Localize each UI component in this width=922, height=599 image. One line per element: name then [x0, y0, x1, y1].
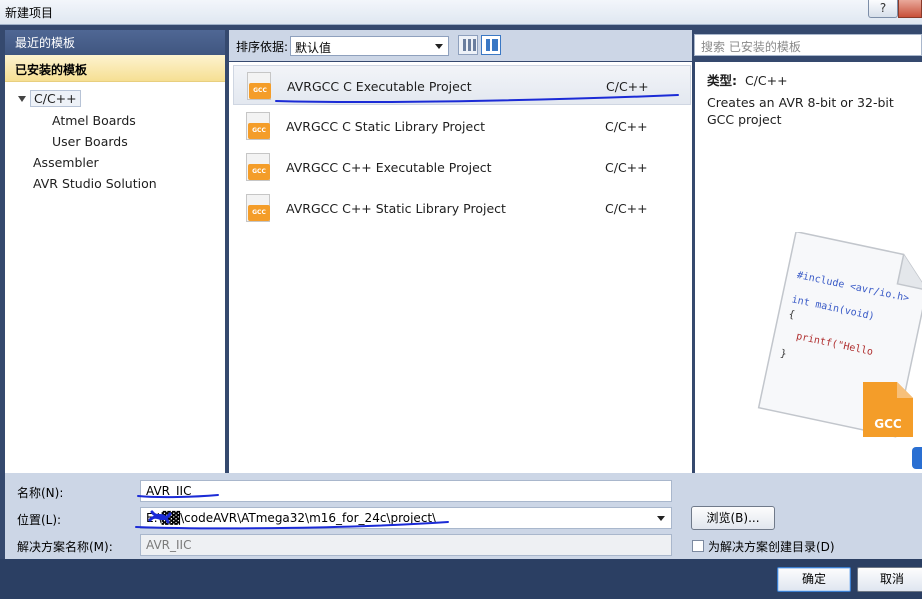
gcc-badge: GCC	[248, 164, 270, 180]
installed-templates-header[interactable]: 已安装的模板	[5, 55, 225, 82]
help-button[interactable]: ?	[868, 0, 898, 18]
create-directory-label: 为解决方案创建目录(D)	[708, 540, 835, 554]
project-name-value: AVR_IIC	[146, 484, 192, 498]
location-label: 位置(L):	[17, 513, 62, 527]
list-view-button[interactable]	[481, 35, 501, 55]
solution-name-input: AVR_IIC	[140, 534, 672, 556]
type-value: C/C++	[744, 73, 788, 88]
template-description: Creates an AVR 8-bit or 32-bit GCC proje…	[707, 95, 894, 127]
close-button[interactable]	[898, 0, 922, 18]
solution-name-label: 解决方案名称(M):	[17, 540, 113, 554]
template-name: AVRGCC C++ Executable Project	[286, 160, 492, 175]
cancel-button[interactable]: 取消	[857, 567, 922, 592]
sort-select-value: 默认值	[295, 41, 332, 55]
template-search-input[interactable]: 搜索 已安装的模板	[694, 34, 922, 56]
template-categories-panel: 最近的模板 已安装的模板 C/C++ Atmel Boards User Boa…	[5, 30, 225, 473]
type-label: 类型:	[707, 73, 737, 88]
sort-label: 排序依据:	[236, 40, 289, 54]
small-icons-view-button[interactable]	[458, 35, 478, 55]
gcc-badge: GCC	[248, 123, 270, 139]
tree-item-assembler[interactable]: Assembler	[33, 155, 99, 170]
template-row[interactable]: GCC AVRGCC C Static Library Project C/C++	[233, 106, 691, 146]
template-language: C/C++	[605, 119, 648, 134]
template-language: C/C++	[606, 79, 649, 94]
template-list: GCC AVRGCC C Executable Project C/C++ GCC AV…	[229, 62, 692, 473]
expand-triangle-icon[interactable]	[18, 96, 26, 102]
solution-name-value: AVR_IIC	[146, 538, 192, 552]
gcc-file-icon: GCC	[246, 112, 270, 140]
gcc-file-icon: GCC	[247, 72, 271, 100]
name-label: 名称(N):	[17, 486, 64, 500]
project-name-input[interactable]: AVR_IIC	[140, 480, 672, 502]
template-language: C/C++	[605, 201, 648, 216]
ok-button[interactable]: 确定	[777, 567, 851, 592]
project-form: 名称(N): AVR_IIC 位置(L): E:\▓▓\codeAVR\ATme…	[5, 473, 922, 559]
template-row[interactable]: GCC AVRGCC C++ Static Library Project C/C+…	[233, 188, 691, 228]
browse-button[interactable]: 浏览(B)...	[691, 506, 775, 530]
tree-item-c-cpp[interactable]: C/C++	[30, 90, 81, 107]
tree-item-user-boards[interactable]: User Boards	[52, 134, 128, 149]
gcc-badge-text: GCC	[874, 417, 902, 431]
title-bar: 新建项目 ?	[0, 0, 922, 25]
create-directory-checkbox[interactable]	[692, 540, 704, 552]
location-combobox[interactable]: E:\▓▓\codeAVR\ATmega32\m16_for_24c\proje…	[140, 507, 672, 529]
sort-select[interactable]: 默认值	[290, 36, 449, 56]
template-language: C/C++	[605, 160, 648, 175]
template-row[interactable]: GCC AVRGCC C++ Executable Project C/C++	[233, 147, 691, 187]
source-file-illustration-icon: #include <avr/io.h> int main(void) { pri…	[757, 232, 922, 438]
gcc-badge: GCC	[248, 205, 270, 221]
location-value: E:\▓▓\codeAVR\ATmega32\m16_for_24c\proje…	[146, 511, 437, 525]
chevron-down-icon	[435, 44, 443, 49]
gcc-badge: GCC	[249, 83, 271, 99]
scroll-handle[interactable]	[912, 447, 922, 469]
gcc-file-icon: GCC	[246, 153, 270, 181]
template-name: AVRGCC C Static Library Project	[286, 119, 485, 134]
template-name: AVRGCC C Executable Project	[287, 79, 472, 94]
tree-item-avr-studio-solution[interactable]: AVR Studio Solution	[33, 176, 157, 191]
chevron-down-icon[interactable]	[657, 516, 665, 521]
sort-toolbar: 排序依据: 默认值	[229, 30, 692, 61]
recent-templates-header[interactable]: 最近的模板	[5, 30, 225, 55]
template-name: AVRGCC C++ Static Library Project	[286, 201, 506, 216]
template-type: 类型: C/C++	[707, 70, 788, 89]
tree-item-atmel-boards[interactable]: Atmel Boards	[52, 113, 136, 128]
template-info-panel: 类型: C/C++ Creates an AVR 8-bit or 32-bit…	[695, 62, 922, 473]
template-row[interactable]: GCC AVRGCC C Executable Project C/C++	[233, 65, 691, 105]
window-title: 新建项目	[5, 6, 54, 20]
gcc-file-icon: GCC	[246, 194, 270, 222]
